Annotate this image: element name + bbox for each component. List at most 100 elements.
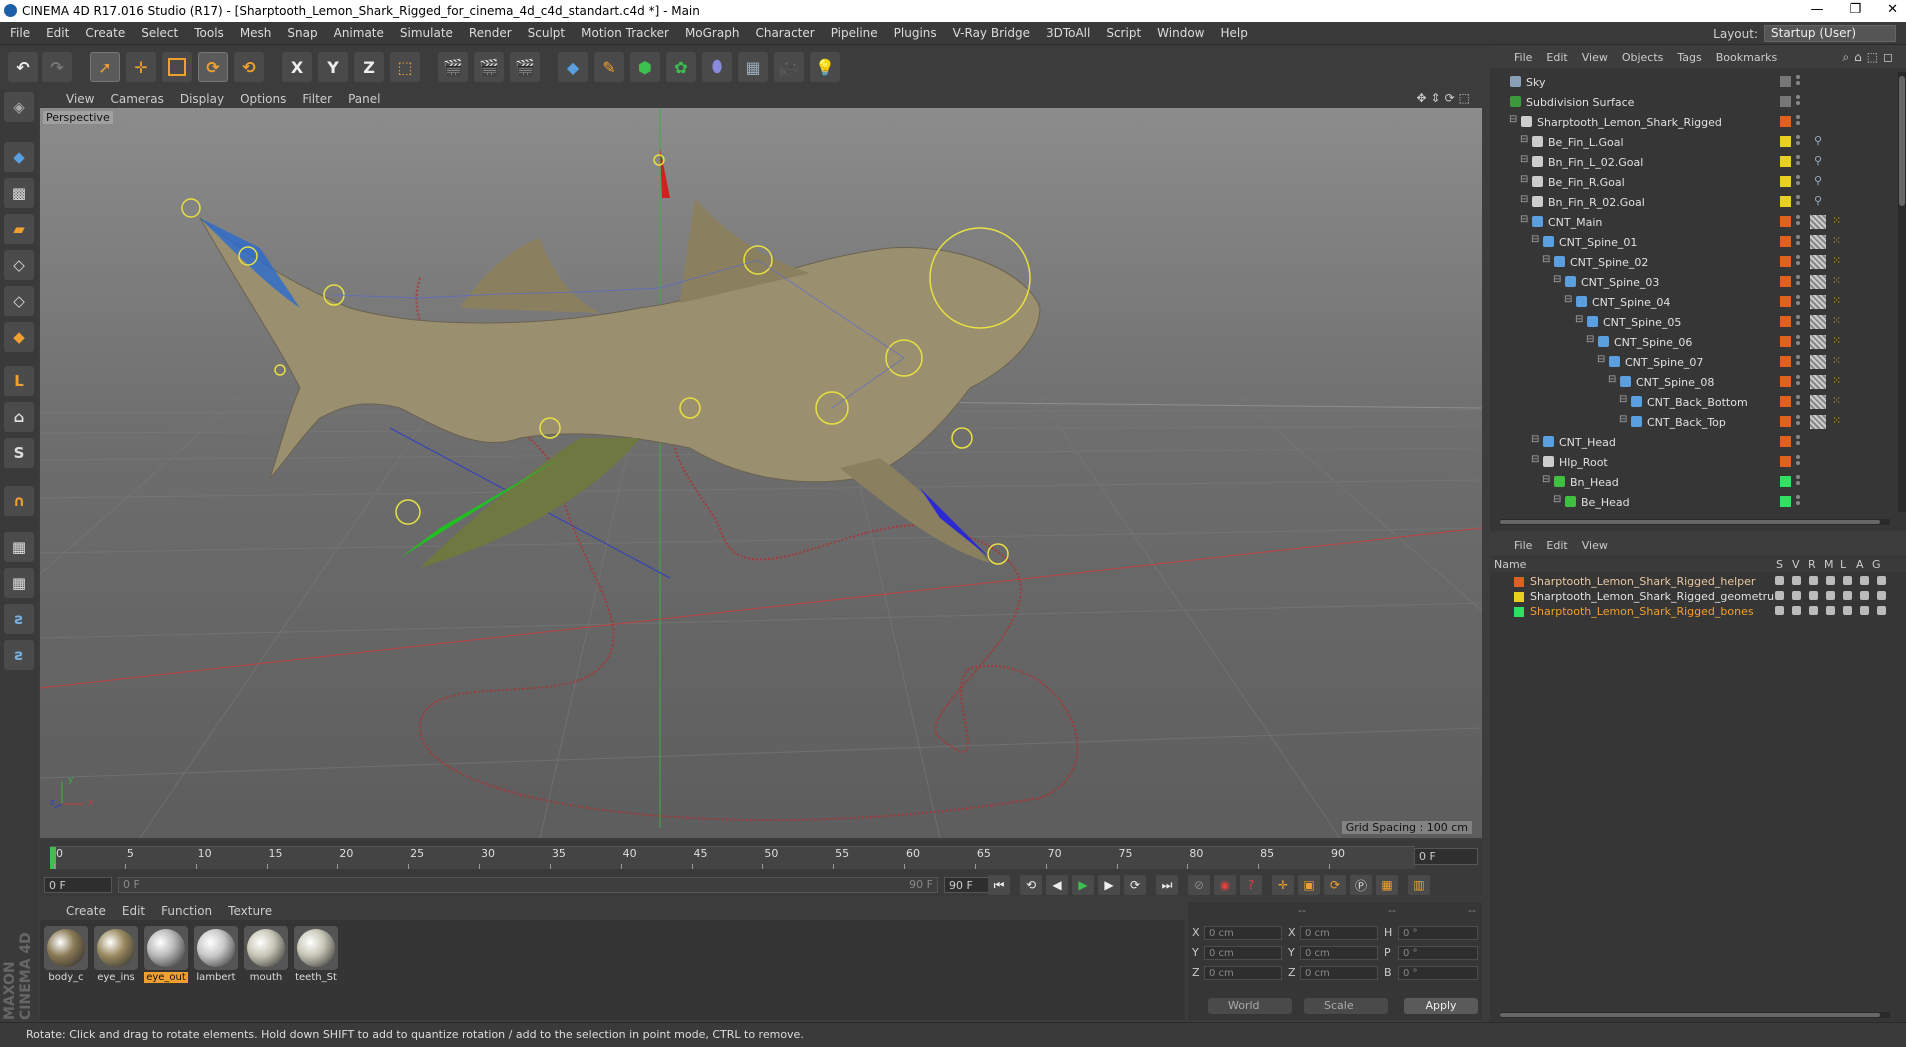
key-scale-button[interactable]: ▣: [1298, 875, 1320, 895]
minimize-button[interactable]: —: [1810, 2, 1823, 17]
rotate-tool[interactable]: ⟳: [198, 52, 228, 82]
viewport-menu-panel[interactable]: Panel: [348, 92, 380, 106]
visibility-dots[interactable]: [1796, 435, 1801, 448]
display-tag-icon[interactable]: [1810, 395, 1826, 409]
menu-render[interactable]: Render: [469, 26, 512, 40]
tree-expander-icon[interactable]: ⊟: [1542, 474, 1550, 485]
object-menu-edit[interactable]: Edit: [1546, 51, 1567, 64]
python-script-button[interactable]: ƨ: [4, 604, 34, 634]
layer-color-swatch[interactable]: [1780, 156, 1791, 167]
y-axis-lock[interactable]: Y: [318, 52, 348, 82]
autokey-button[interactable]: ◉: [1214, 875, 1236, 895]
tree-expander-icon[interactable]: ⊟: [1553, 494, 1561, 505]
object-row[interactable]: ⊟ CNT_Spine_02 ⁙: [1490, 252, 1870, 272]
layer-color-swatch[interactable]: [1780, 356, 1791, 367]
coord-size-field[interactable]: 0 cm: [1300, 946, 1378, 960]
object-row[interactable]: ⊟ CNT_Main ⁙: [1490, 212, 1870, 232]
previous-frame-button[interactable]: ◀: [1046, 875, 1068, 895]
tree-expander-icon[interactable]: ⊟: [1564, 294, 1572, 305]
go-to-end-button[interactable]: ⏭: [1156, 875, 1178, 895]
visibility-dots[interactable]: [1796, 355, 1801, 368]
tree-expander-icon[interactable]: ⊟: [1575, 314, 1583, 325]
menu-v-ray-bridge[interactable]: V-Ray Bridge: [953, 26, 1030, 40]
render-settings-button[interactable]: 🎬: [510, 52, 540, 82]
tree-expander-icon[interactable]: ⊟: [1520, 174, 1528, 185]
keyframe-selection-button[interactable]: ?: [1240, 875, 1262, 895]
object-row[interactable]: ⊟ CNT_Spine_06 ⁙: [1490, 332, 1870, 352]
visibility-dots[interactable]: [1796, 415, 1801, 428]
tree-expander-icon[interactable]: ⊟: [1531, 454, 1539, 465]
xpresso-tag-icon[interactable]: ⁙: [1832, 354, 1841, 367]
coordinate-type-select[interactable]: Scale: [1304, 998, 1388, 1014]
layer-color-swatch[interactable]: [1780, 236, 1791, 247]
viewport-menu-view[interactable]: View: [66, 92, 94, 106]
key-parameter-button[interactable]: Ⓟ: [1350, 875, 1372, 895]
polygons-mode-button[interactable]: ◆: [4, 322, 34, 352]
restore-button[interactable]: ❐: [1849, 2, 1861, 17]
render-view-button[interactable]: 🎬: [438, 52, 468, 82]
light-button[interactable]: 💡: [810, 52, 840, 82]
menu-tools[interactable]: Tools: [194, 26, 224, 40]
material-menu-function[interactable]: Function: [161, 904, 212, 918]
visibility-dots[interactable]: [1796, 155, 1801, 168]
ik-tag-icon[interactable]: ⚲: [1814, 134, 1822, 147]
coord-rotation-field[interactable]: 0 °: [1398, 966, 1478, 980]
display-tag-icon[interactable]: [1810, 335, 1826, 349]
layer-color-swatch[interactable]: [1780, 436, 1791, 447]
material-menu-texture[interactable]: Texture: [228, 904, 272, 918]
tree-expander-icon[interactable]: ⊟: [1520, 214, 1528, 225]
z-axis-lock[interactable]: Z: [354, 52, 384, 82]
layer-color-swatch[interactable]: [1514, 592, 1524, 602]
key-pla-button[interactable]: ▦: [1376, 875, 1398, 895]
menu-plugins[interactable]: Plugins: [894, 26, 937, 40]
x-axis-lock[interactable]: X: [282, 52, 312, 82]
menu-mograph[interactable]: MoGraph: [685, 26, 740, 40]
visibility-dots[interactable]: [1796, 115, 1801, 128]
workplane-mode-button[interactable]: ▰: [4, 214, 34, 244]
object-manager-hscrollbar[interactable]: [1500, 519, 1890, 525]
viewport-perspective[interactable]: Perspective Grid Spacing : 100 cm y x z: [40, 108, 1482, 838]
material-swatch[interactable]: lambert: [194, 926, 238, 983]
move-tool[interactable]: ✛: [126, 52, 156, 82]
tweak-mode-button[interactable]: ⌂: [4, 402, 34, 432]
object-row[interactable]: ⊟ Bn_Fin_L_02.Goal ⚲: [1490, 152, 1870, 172]
xpresso-tag-icon[interactable]: ⁙: [1832, 274, 1841, 287]
layer-flag-toggles[interactable]: [1775, 576, 1886, 585]
display-tag-icon[interactable]: [1810, 415, 1826, 429]
menu-pipeline[interactable]: Pipeline: [831, 26, 878, 40]
menu-character[interactable]: Character: [755, 26, 814, 40]
xpresso-tag-icon[interactable]: ⁙: [1832, 234, 1841, 247]
layer-color-swatch[interactable]: [1780, 256, 1791, 267]
tree-expander-icon[interactable]: ⊟: [1542, 254, 1550, 265]
xpresso-tag-icon[interactable]: ⁙: [1832, 254, 1841, 267]
tree-expander-icon[interactable]: ⊟: [1608, 374, 1616, 385]
axis-mode-button[interactable]: L: [4, 366, 34, 396]
visibility-dots[interactable]: [1796, 455, 1801, 468]
menu-file[interactable]: File: [10, 26, 30, 40]
scale-tool[interactable]: [162, 52, 192, 82]
viewport-menu-filter[interactable]: Filter: [302, 92, 332, 106]
menu-window[interactable]: Window: [1157, 26, 1204, 40]
viewport-nav-icons[interactable]: ✥⇕⟳⬚: [1416, 91, 1474, 105]
display-tag-icon[interactable]: [1810, 355, 1826, 369]
layer-row[interactable]: Sharptooth_Lemon_Shark_Rigged_bones: [1490, 604, 1906, 619]
visibility-dots[interactable]: [1796, 495, 1801, 508]
layer-color-swatch[interactable]: [1780, 116, 1791, 127]
xpresso-tag-icon[interactable]: ⁙: [1832, 334, 1841, 347]
material-menu-create[interactable]: Create: [66, 904, 106, 918]
menu-3dtoall[interactable]: 3DToAll: [1046, 26, 1090, 40]
menu-script[interactable]: Script: [1106, 26, 1141, 40]
object-row[interactable]: ⊟ CNT_Back_Top ⁙: [1490, 412, 1870, 432]
visibility-dots[interactable]: [1796, 175, 1801, 188]
tree-expander-icon[interactable]: ⊟: [1597, 354, 1605, 365]
layer-color-swatch[interactable]: [1780, 296, 1791, 307]
play-button[interactable]: ▶: [1072, 875, 1094, 895]
object-row[interactable]: ⊟ Be_Head: [1490, 492, 1870, 512]
redo-button[interactable]: ↷: [42, 52, 72, 82]
material-swatch[interactable]: teeth_St: [294, 926, 338, 983]
tree-expander-icon[interactable]: ⊟: [1531, 234, 1539, 245]
object-row[interactable]: ⊟ Sharptooth_Lemon_Shark_Rigged: [1490, 112, 1870, 132]
coord-position-field[interactable]: 0 cm: [1204, 926, 1282, 940]
object-manager-scrollbar[interactable]: [1898, 72, 1906, 512]
layer-color-swatch[interactable]: [1780, 136, 1791, 147]
